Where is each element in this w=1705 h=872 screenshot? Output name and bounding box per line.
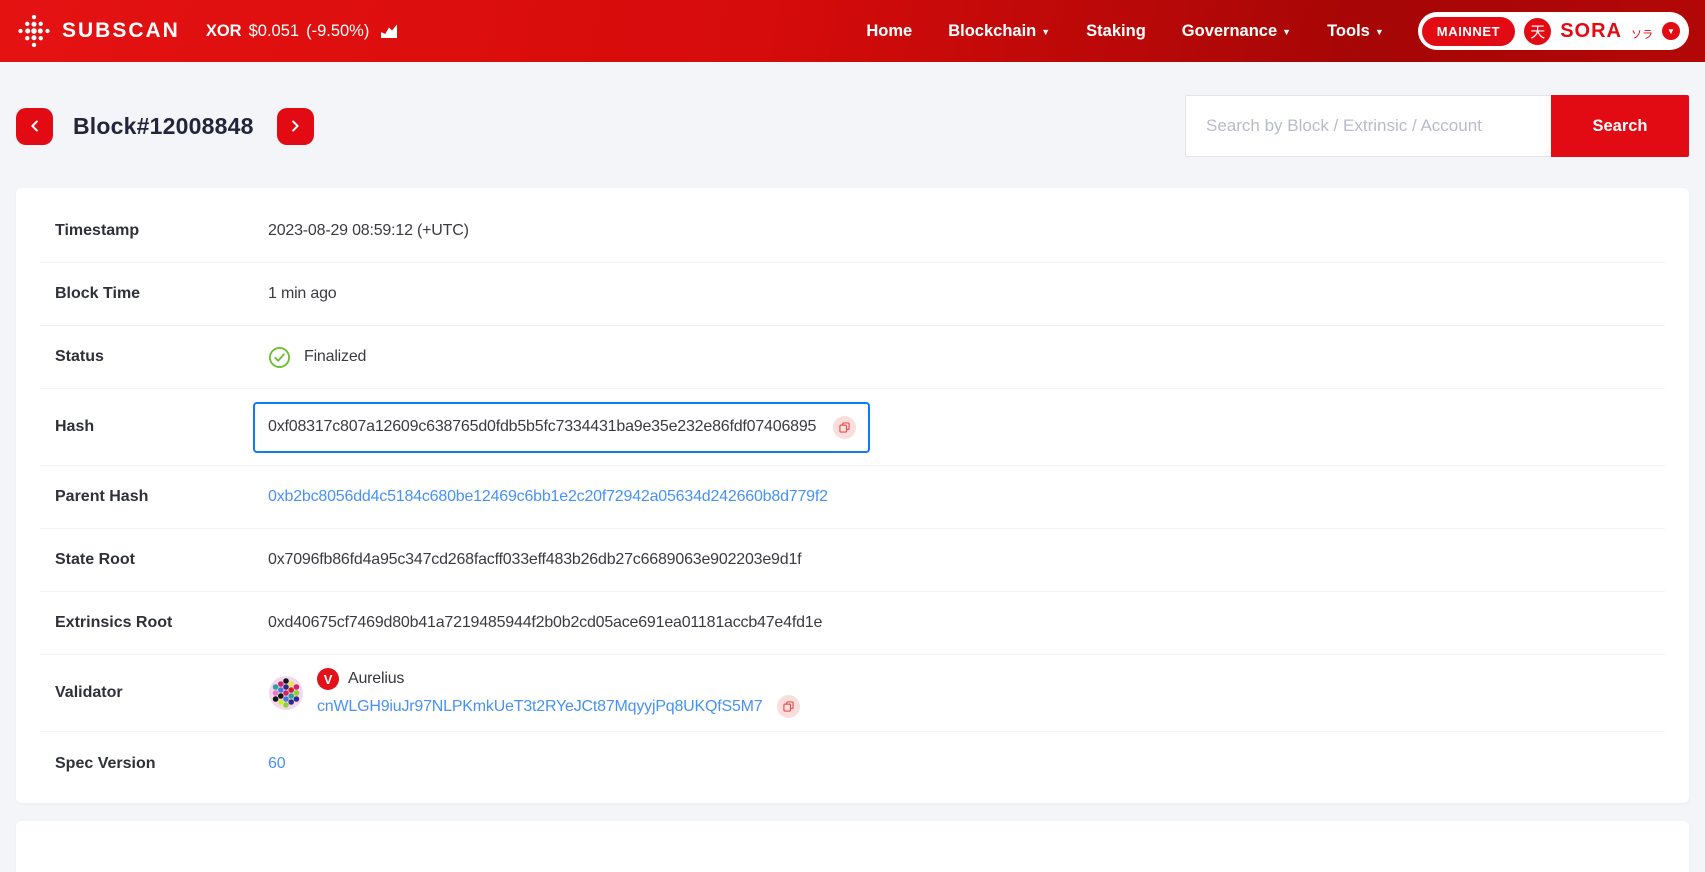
timestamp-value: 2023-08-29 08:59:12 (+UTC): [268, 222, 469, 239]
subscan-logo-icon: [16, 13, 52, 49]
next-block-button[interactable]: [276, 107, 314, 145]
detail-row-hash: Hash 0xf08317c807a12609c638765d0fdb5b5fc…: [40, 389, 1665, 466]
row-label: Hash: [55, 418, 95, 435]
detail-row-block-time: Block Time 1 min ago: [40, 263, 1665, 326]
chevron-down-icon: ▼: [1374, 26, 1384, 37]
network-selector[interactable]: MAINNET 天 SORA ソラ ▼: [1417, 12, 1689, 50]
chevron-right-icon: [292, 120, 299, 132]
prev-block-button[interactable]: [16, 107, 53, 145]
state-root-value: 0x7096fb86fd4a95c347cd268facff033eff483b…: [268, 551, 802, 568]
main-nav: Home Blockchain ▼ Staking Governance ▼ T…: [866, 22, 1383, 41]
search-button[interactable]: Search: [1551, 95, 1689, 157]
row-label: Validator: [55, 684, 123, 701]
top-navbar: SUBSCAN XOR $0.051 (-9.50%) Home Blockch…: [0, 0, 1705, 62]
nav-item-blockchain[interactable]: Blockchain ▼: [948, 22, 1050, 41]
row-label: Parent Hash: [55, 488, 149, 505]
ticker-change: (-9.50%): [306, 21, 370, 40]
detail-row-spec-version: Spec Version 60: [40, 732, 1665, 795]
detail-row-parent-hash: Parent Hash 0xb2bc8056dd4c5184c680be1246…: [40, 466, 1665, 529]
nav-item-governance[interactable]: Governance ▼: [1182, 22, 1291, 41]
network-name-native: ソラ: [1631, 29, 1653, 41]
detail-row-state-root: State Root 0x7096fb86fd4a95c347cd268facf…: [40, 529, 1665, 592]
nav-item-tools[interactable]: Tools ▼: [1327, 22, 1384, 41]
validator-address-link[interactable]: cnWLGH9iuJr97NLPKmkUeT3t2RYeJCt87MqyyjPq…: [317, 698, 763, 716]
extrinsics-root-value: 0xd40675cf7469d80b41a7219485944f2b0b2cd0…: [268, 614, 823, 631]
subscan-logo-text: SUBSCAN: [62, 19, 180, 42]
sora-logo-icon: 天: [1524, 17, 1552, 45]
subscan-logo[interactable]: SUBSCAN: [16, 13, 180, 49]
copy-hash-button[interactable]: [833, 415, 857, 439]
detail-row-timestamp: Timestamp 2023-08-29 08:59:12 (+UTC): [40, 200, 1665, 263]
hash-highlight-box: 0xf08317c807a12609c638765d0fdb5b5fc73344…: [253, 401, 871, 453]
row-label: Extrinsics Root: [55, 614, 173, 631]
copy-icon: [782, 701, 794, 712]
hash-value: 0xf08317c807a12609c638765d0fdb5b5fc73344…: [268, 418, 817, 435]
row-label: Status: [55, 348, 104, 365]
status-value: Finalized: [304, 348, 367, 365]
finalized-check-icon: [268, 346, 291, 369]
block-details-card: Timestamp 2023-08-29 08:59:12 (+UTC) Blo…: [16, 188, 1689, 803]
page-title: Block#12008848: [73, 112, 254, 139]
search-input[interactable]: [1185, 95, 1551, 157]
parent-hash-link[interactable]: 0xb2bc8056dd4c5184c680be12469c6bb1e2c20f…: [268, 488, 828, 506]
network-name: SORA: [1560, 19, 1622, 42]
detail-row-status: Status Finalized: [40, 326, 1665, 389]
search-bar: Search: [1185, 95, 1689, 157]
network-chevron-down-icon: ▼: [1662, 22, 1680, 40]
chevron-left-icon: [30, 120, 38, 132]
row-label: Block Time: [55, 285, 141, 302]
spec-version-link[interactable]: 60: [268, 755, 286, 773]
copy-validator-address-button[interactable]: [776, 695, 800, 718]
page-head: Block#12008848 Search: [16, 95, 1689, 157]
row-label: Timestamp: [55, 222, 140, 239]
copy-icon: [839, 421, 850, 433]
validator-badge: V: [317, 668, 339, 690]
row-label: Spec Version: [55, 754, 156, 772]
chevron-down-icon: ▼: [1041, 26, 1051, 37]
validator-name: Aurelius: [348, 670, 405, 687]
detail-row-extrinsics-root: Extrinsics Root 0xd40675cf7469d80b41a721…: [40, 592, 1665, 655]
mainnet-badge[interactable]: MAINNET: [1421, 16, 1516, 46]
chevron-down-icon: ▼: [1282, 26, 1292, 37]
ticker-price: $0.051: [248, 21, 300, 40]
nav-item-home[interactable]: Home: [866, 22, 912, 41]
block-time-value: 1 min ago: [268, 285, 337, 302]
validator-identicon: [268, 675, 304, 711]
price-ticker[interactable]: XOR $0.051 (-9.50%): [206, 22, 399, 41]
detail-row-validator: Validator V Aurelius cnWLGH9iuJr97NLPKmk…: [40, 655, 1665, 732]
price-chart-icon: [380, 23, 398, 39]
ticker-symbol: XOR: [205, 21, 242, 40]
next-section-card: [16, 821, 1689, 872]
row-label: State Root: [55, 551, 135, 568]
nav-item-staking[interactable]: Staking: [1086, 22, 1146, 41]
